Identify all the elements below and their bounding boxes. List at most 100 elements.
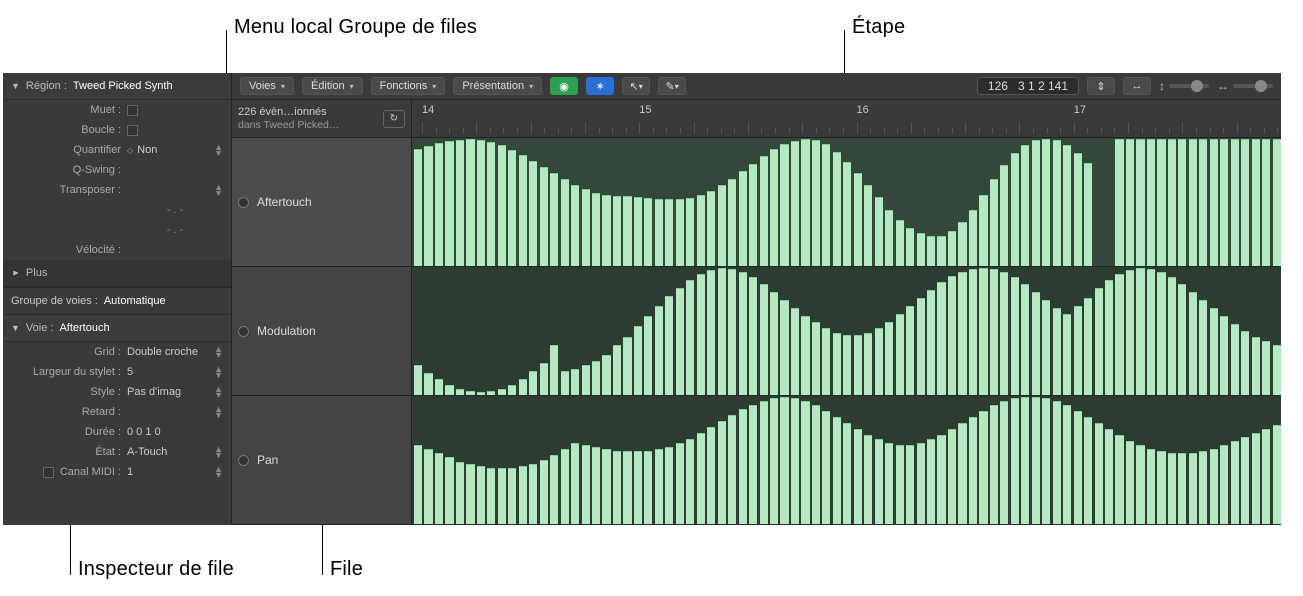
step-bar[interactable] [1063,314,1071,395]
lane-radio[interactable] [238,455,249,466]
vzoom-button[interactable]: ⇕ [1087,77,1115,95]
step-bar[interactable] [466,464,474,524]
step-bar[interactable] [1231,324,1239,395]
step-bar[interactable] [655,306,663,395]
step-bar[interactable] [1042,398,1050,524]
stepper-icon[interactable]: ▲▼ [214,406,223,418]
step-bar[interactable] [927,290,935,395]
step-bar[interactable] [833,417,841,524]
step-bar[interactable] [770,149,778,266]
step-bar[interactable] [1000,401,1008,524]
step-bar[interactable] [791,308,799,395]
step-bar[interactable] [969,417,977,524]
step-bar[interactable] [948,231,956,266]
step-bar[interactable] [697,433,705,524]
step-bar[interactable] [801,139,809,266]
step-bar[interactable] [780,300,788,395]
step-bar[interactable] [1053,308,1061,395]
step-bar[interactable] [508,385,516,395]
loop-checkbox[interactable] [127,125,138,136]
step-bar[interactable] [1241,331,1249,396]
step-bar[interactable] [979,268,987,395]
events-header[interactable]: 226 évèn…ionnés dans Tweed Picked… ↻ [232,100,411,138]
stepper-icon[interactable]: ▲▼ [214,446,223,458]
step-bar[interactable] [1262,139,1270,266]
step-bar[interactable] [477,466,485,524]
step-bar[interactable] [791,398,799,524]
step-bar[interactable] [582,365,590,395]
step-bar[interactable] [665,199,673,266]
step-bar[interactable] [1115,274,1123,395]
hfit-button[interactable]: ↔ [1123,77,1151,95]
step-bar[interactable] [854,429,862,524]
step-bar[interactable] [1084,417,1092,524]
row-velocity[interactable]: Vélocité : [3,240,231,260]
step-bar[interactable] [1136,139,1144,266]
step-bar[interactable] [1063,405,1071,524]
step-bar[interactable] [1178,139,1186,266]
step-bar[interactable] [990,405,998,524]
step-bar[interactable] [864,435,872,524]
step-bar[interactable] [1011,153,1019,266]
step-bar[interactable] [613,345,621,395]
step-bar[interactable] [749,164,757,266]
step-bar[interactable] [1074,411,1082,524]
time-ruler[interactable]: 14151617 [412,100,1281,138]
step-bar[interactable] [550,173,558,266]
step-bar[interactable] [1011,398,1019,524]
step-bar[interactable] [445,457,453,524]
step-bar[interactable] [1168,277,1176,395]
step-bar[interactable] [613,451,621,524]
step-bar[interactable] [885,322,893,395]
lane-aftertouch[interactable] [412,138,1281,267]
step-bar[interactable] [770,398,778,524]
row-state[interactable]: État : A-Touch▲▼ [3,442,231,462]
step-bar[interactable] [1189,292,1197,395]
step-bar[interactable] [917,233,925,266]
step-bar[interactable] [728,179,736,266]
step-bar[interactable] [1252,433,1260,524]
midi-out-button[interactable]: ✶ [586,77,614,95]
step-bar[interactable] [1157,272,1165,395]
stepper-icon[interactable]: ▲▼ [214,366,223,378]
step-bar[interactable] [1126,139,1134,266]
step-bar[interactable] [1199,139,1207,266]
step-bar[interactable] [1084,163,1092,266]
step-bar[interactable] [445,141,453,266]
step-bar[interactable] [498,389,506,395]
step-bar[interactable] [1262,429,1270,524]
lane-radio[interactable] [238,326,249,337]
step-bar[interactable] [780,144,788,266]
step-bar[interactable] [676,443,684,524]
step-bar[interactable] [937,236,945,266]
midich-checkbox[interactable] [43,467,54,478]
step-bar[interactable] [990,179,998,266]
step-bar[interactable] [718,421,726,524]
step-bar[interactable] [1032,140,1040,266]
lane-label-modulation[interactable]: Modulation [232,267,411,396]
step-bar[interactable] [529,161,537,266]
stepper-icon[interactable]: ▲▼ [214,144,223,156]
step-bar[interactable] [1074,306,1082,395]
step-bar[interactable] [508,468,516,524]
cycle-button[interactable]: ↻ [383,110,405,128]
edition-menu[interactable]: Édition▾ [302,77,363,95]
step-bar[interactable] [1126,270,1134,395]
step-bar[interactable] [707,427,715,524]
step-bar[interactable] [550,345,558,395]
step-bar[interactable] [571,443,579,524]
step-bar[interactable] [644,198,652,266]
row-grid[interactable]: Grid : Double croche▲▼ [3,342,231,362]
step-bar[interactable] [760,401,768,524]
step-bar[interactable] [519,466,527,524]
step-bar[interactable] [1147,139,1155,266]
step-bar[interactable] [487,391,495,395]
step-bar[interactable] [780,397,788,524]
step-bar[interactable] [1136,268,1144,395]
step-bar[interactable] [1021,145,1029,266]
step-bar[interactable] [414,365,422,395]
step-bar[interactable] [540,363,548,395]
fonctions-menu[interactable]: Fonctions▾ [371,77,446,95]
row-penwidth[interactable]: Largeur du stylet : 5▲▼ [3,362,231,382]
step-bar[interactable] [1053,140,1061,266]
